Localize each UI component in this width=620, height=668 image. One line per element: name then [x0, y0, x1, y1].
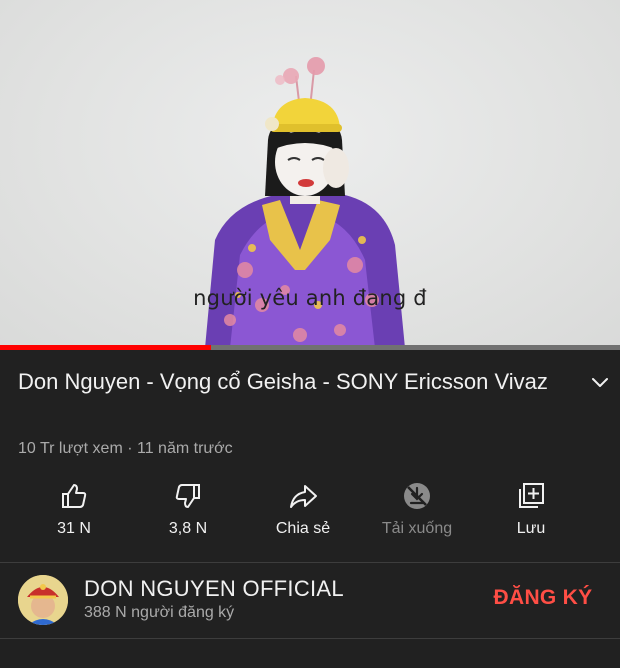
- like-button[interactable]: 31 N: [19, 476, 129, 556]
- channel-avatar-image: [18, 575, 68, 625]
- dislike-button[interactable]: 3,8 N: [133, 476, 243, 556]
- channel-row: DON NGUYEN OFFICIAL 388 N người đăng ký …: [0, 562, 620, 638]
- action-bar: 31 N 3,8 N Chia sẻ Tải xuống Lưu: [0, 476, 620, 556]
- like-count: 31 N: [57, 520, 91, 537]
- share-label: Chia sẻ: [275, 520, 331, 537]
- video-info-panel: Don Nguyen - Vọng cổ Geisha - SONY Erics…: [0, 350, 620, 668]
- divider-bottom: [0, 638, 620, 639]
- download-button[interactable]: Tải xuống: [362, 476, 472, 556]
- share-icon: [290, 485, 317, 508]
- channel-name[interactable]: DON NGUYEN OFFICIAL: [84, 576, 344, 602]
- playlist-add-icon: [519, 483, 544, 508]
- save-button[interactable]: Lưu: [476, 476, 586, 556]
- thumbs-up-icon: [62, 484, 87, 508]
- chevron-down-icon[interactable]: [588, 370, 612, 394]
- dislike-count: 3,8 N: [168, 520, 208, 537]
- download-disabled-icon: [404, 483, 430, 509]
- video-title[interactable]: Don Nguyen - Vọng cổ Geisha - SONY Erics…: [18, 366, 558, 398]
- download-label: Tải xuống: [381, 520, 453, 537]
- save-label: Lưu: [516, 520, 546, 537]
- thumbs-down-icon: [175, 484, 200, 508]
- subscribe-button[interactable]: ĐĂNG KÝ: [480, 586, 606, 614]
- video-player[interactable]: người yêu anh đang đ: [0, 0, 620, 348]
- share-button[interactable]: Chia sẻ: [248, 476, 358, 556]
- channel-subscriber-count: 388 N người đăng ký: [84, 604, 235, 621]
- video-subtitle: người yêu anh đang đ: [193, 286, 427, 310]
- video-meta: 10 Tr lượt xem · 11 năm trước: [18, 440, 233, 457]
- avatar[interactable]: [18, 575, 68, 625]
